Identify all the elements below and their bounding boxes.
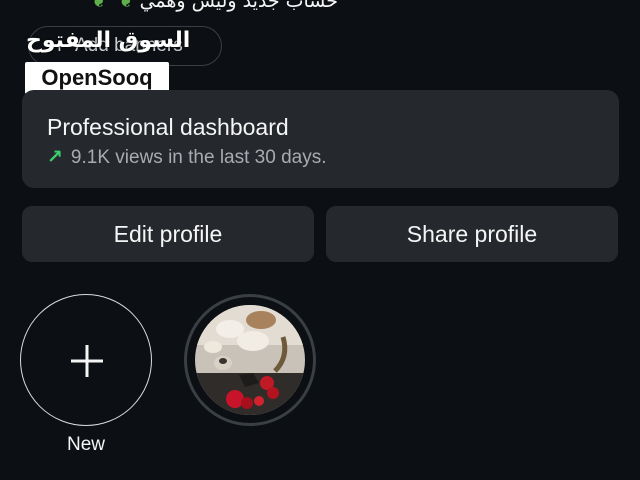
- trend-up-arrow-icon: ↗: [47, 147, 63, 168]
- leaf-icon: ❦: [118, 0, 134, 12]
- edit-profile-button[interactable]: Edit profile: [22, 206, 314, 262]
- story-highlight[interactable]: [184, 294, 316, 426]
- new-highlight-button[interactable]: [20, 294, 152, 426]
- dashboard-title: Professional dashboard: [47, 114, 289, 140]
- new-highlight-label: New: [66, 434, 105, 455]
- professional-dashboard-card[interactable]: Professional dashboard ↗ 9.1K views in th…: [22, 90, 619, 188]
- profile-bio-line: حساب جديد وليس وهمي ❦ ❦: [38, 0, 338, 14]
- bio-text: حساب جديد وليس وهمي: [139, 0, 338, 12]
- share-profile-button[interactable]: Share profile: [326, 206, 618, 262]
- dashboard-subtitle: ↗ 9.1K views in the last 30 days.: [47, 146, 327, 169]
- plus-icon: [71, 345, 103, 377]
- highlight-thumbnail: [195, 305, 305, 415]
- watermark-arabic: السوق المفتوح: [26, 28, 191, 53]
- leaf-icon: ❦: [91, 0, 107, 12]
- dashboard-views-text: 9.1K views in the last 30 days.: [70, 147, 327, 168]
